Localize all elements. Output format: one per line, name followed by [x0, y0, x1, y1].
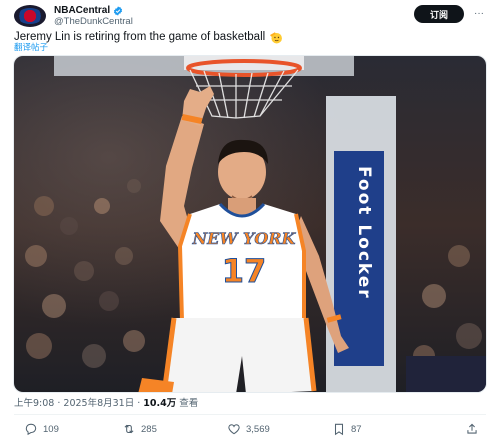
- bookmark-count: 87: [351, 423, 362, 435]
- heart-icon: [228, 424, 240, 435]
- saluting-face-emoji-icon: [270, 31, 283, 43]
- bookmark-button[interactable]: 87: [332, 422, 362, 436]
- repost-button[interactable]: 285: [122, 422, 157, 436]
- photo-jeremy-lin: Foot Locker NEW YORK 17: [14, 56, 486, 392]
- divider: [14, 414, 486, 415]
- jersey-number-text: 17: [222, 252, 267, 290]
- like-count: 3,569: [246, 423, 270, 435]
- verified-badge-icon: [114, 5, 123, 16]
- tweet-body: Jeremy Lin is retiring from the game of …: [14, 31, 266, 43]
- author-handle[interactable]: @TheDunkCentral: [54, 16, 133, 28]
- jersey-team-text: NEW YORK: [192, 229, 297, 248]
- tweet-timestamp-row: 上午9:08 · 2025年8月31日 · 10.4万 查看: [14, 398, 198, 410]
- reply-icon: [25, 423, 37, 436]
- reply-button[interactable]: 109: [24, 422, 59, 436]
- share-button[interactable]: [465, 422, 479, 436]
- repost-count: 285: [141, 423, 157, 435]
- share-icon: [467, 423, 477, 434]
- tweet-date[interactable]: 2025年8月31日: [63, 398, 134, 409]
- tweet-photo[interactable]: Foot Locker NEW YORK 17: [13, 55, 487, 393]
- translate-post-link[interactable]: 翻译帖子: [14, 43, 48, 54]
- more-options-icon[interactable]: ···: [472, 9, 486, 19]
- tweet-time[interactable]: 上午9:08: [14, 398, 54, 409]
- reply-count: 109: [43, 423, 59, 435]
- tweet-text: Jeremy Lin is retiring from the game of …: [14, 30, 283, 44]
- author-display-name[interactable]: NBACentral: [54, 5, 110, 16]
- views-label: 查看: [179, 398, 199, 409]
- avatar[interactable]: [14, 5, 46, 27]
- like-button[interactable]: 3,569: [227, 422, 270, 436]
- meta-separator-2: ·: [134, 398, 144, 409]
- author-info: NBACentral @TheDunkCentral: [54, 5, 133, 28]
- bookmark-icon: [334, 423, 344, 436]
- subscribe-button[interactable]: 订阅: [414, 5, 464, 23]
- sign-text: Foot Locker: [354, 166, 374, 300]
- author-name-row[interactable]: NBACentral: [54, 5, 133, 16]
- tweet-header: NBACentral @TheDunkCentral 订阅 ···: [14, 5, 486, 27]
- action-bar: 109 285 3,569 87: [14, 421, 486, 437]
- repost-icon: [124, 424, 134, 434]
- views-count: 10.4万: [143, 398, 177, 409]
